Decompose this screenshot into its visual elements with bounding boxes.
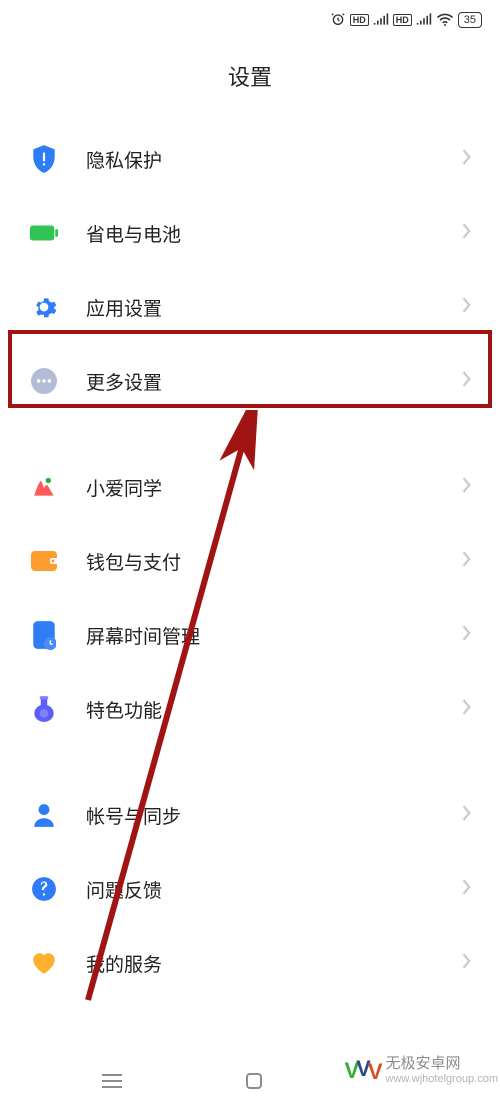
menu-item-more-settings[interactable]: 更多设置 bbox=[14, 344, 486, 418]
menu-item-account[interactable]: 帐号与同步 bbox=[14, 778, 486, 852]
chevron-right-icon bbox=[462, 149, 472, 170]
screentime-icon bbox=[28, 619, 60, 651]
gear-icon bbox=[28, 291, 60, 323]
help-icon bbox=[28, 873, 60, 905]
chevron-right-icon bbox=[462, 953, 472, 974]
chevron-right-icon bbox=[462, 699, 472, 720]
menu-item-feedback[interactable]: 问题反馈 bbox=[14, 852, 486, 926]
alarm-icon bbox=[330, 11, 346, 30]
chevron-right-icon bbox=[462, 625, 472, 646]
menu-item-features[interactable]: 特色功能 bbox=[14, 672, 486, 746]
watermark: VVV 无极安卓网 www.wjhotelgroup.com bbox=[344, 1056, 498, 1085]
dots-icon bbox=[28, 365, 60, 397]
signal-icon-2 bbox=[416, 12, 432, 29]
menu-item-xiaoai[interactable]: 小爱同学 bbox=[14, 450, 486, 524]
chevron-right-icon bbox=[462, 223, 472, 244]
chevron-right-icon bbox=[462, 297, 472, 318]
page-title: 设置 bbox=[0, 40, 500, 122]
shield-icon bbox=[28, 143, 60, 175]
battery-level: 35 bbox=[464, 14, 476, 26]
menu-label: 屏幕时间管理 bbox=[86, 622, 462, 649]
status-bar: HD HD 35 bbox=[0, 0, 500, 40]
wallet-icon bbox=[28, 545, 60, 577]
flask-icon bbox=[28, 693, 60, 725]
menu-item-service[interactable]: 我的服务 bbox=[14, 926, 486, 1000]
battery-icon: 35 bbox=[458, 12, 482, 28]
wifi-icon bbox=[436, 12, 454, 29]
heart-icon bbox=[28, 947, 60, 979]
xiaoai-icon bbox=[28, 471, 60, 503]
nav-recent-button[interactable] bbox=[101, 1072, 123, 1095]
chevron-right-icon bbox=[462, 477, 472, 498]
chevron-right-icon bbox=[462, 879, 472, 900]
menu-label: 钱包与支付 bbox=[86, 548, 462, 575]
chevron-right-icon bbox=[462, 805, 472, 826]
menu-item-battery[interactable]: 省电与电池 bbox=[14, 196, 486, 270]
menu-label: 小爱同学 bbox=[86, 474, 462, 501]
chevron-right-icon bbox=[462, 371, 472, 392]
hd-icon-2: HD bbox=[393, 14, 412, 26]
chevron-right-icon bbox=[462, 551, 472, 572]
menu-label: 省电与电池 bbox=[86, 220, 462, 247]
menu-label: 问题反馈 bbox=[86, 876, 462, 903]
menu-item-privacy[interactable]: 隐私保护 bbox=[14, 122, 486, 196]
battery-filled-icon bbox=[28, 217, 60, 249]
account-icon bbox=[28, 799, 60, 831]
menu-label: 隐私保护 bbox=[86, 146, 462, 173]
watermark-text-url: www.wjhotelgroup.com bbox=[386, 1073, 499, 1085]
menu-label: 我的服务 bbox=[86, 950, 462, 977]
settings-list: 隐私保护 省电与电池 应用设置 更多设置 小爱同学 钱包 bbox=[0, 122, 500, 1000]
menu-item-screentime[interactable]: 屏幕时间管理 bbox=[14, 598, 486, 672]
signal-icon-1 bbox=[373, 12, 389, 29]
menu-item-apps[interactable]: 应用设置 bbox=[14, 270, 486, 344]
menu-label: 应用设置 bbox=[86, 294, 462, 321]
nav-home-button[interactable] bbox=[245, 1072, 263, 1095]
menu-label: 更多设置 bbox=[86, 368, 462, 395]
watermark-text-cn: 无极安卓网 bbox=[386, 1056, 499, 1073]
hd-icon: HD bbox=[350, 14, 369, 26]
status-icons: HD HD 35 bbox=[330, 11, 482, 30]
menu-label: 特色功能 bbox=[86, 696, 462, 723]
menu-item-wallet[interactable]: 钱包与支付 bbox=[14, 524, 486, 598]
menu-label: 帐号与同步 bbox=[86, 802, 462, 829]
watermark-logo: VVV bbox=[344, 1058, 379, 1084]
